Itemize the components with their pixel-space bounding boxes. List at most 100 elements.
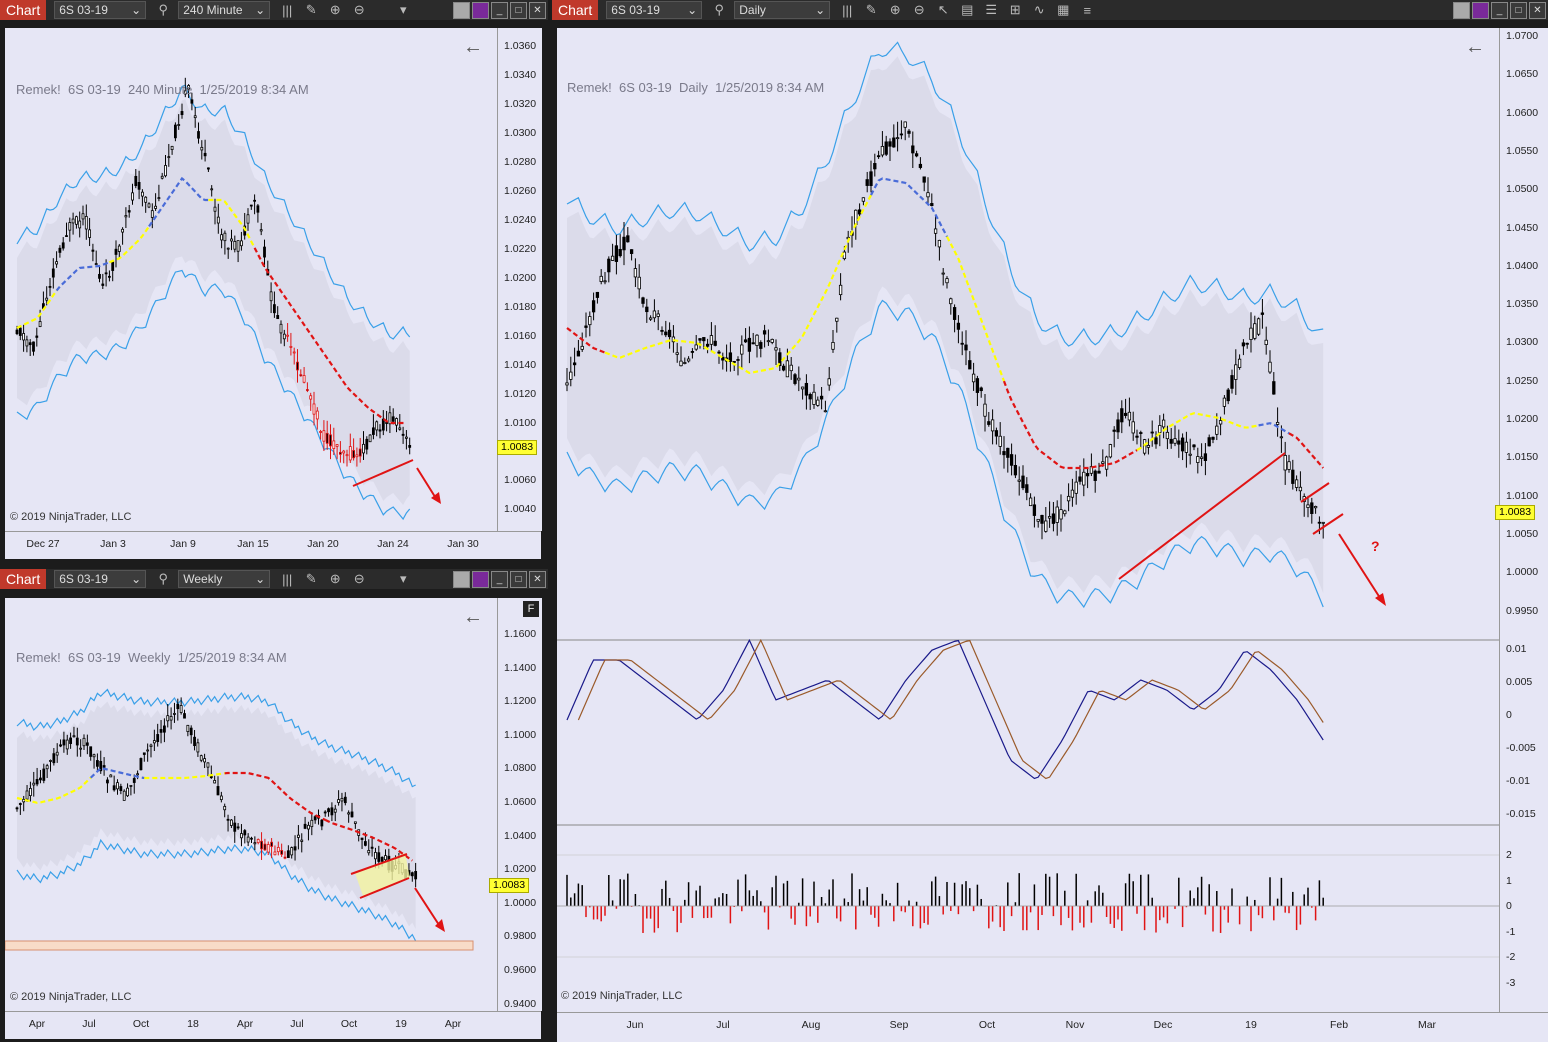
bars-icon[interactable]: ||| — [280, 572, 294, 587]
maximize-icon[interactable]: □ — [510, 570, 527, 588]
back-arrow-icon[interactable]: ← — [1465, 36, 1485, 59]
chevron-down-icon: ⌄ — [131, 3, 142, 17]
color-swatch-icon[interactable] — [1453, 1, 1470, 19]
dropdown-icon[interactable]: ▾ — [396, 571, 410, 587]
close-icon[interactable]: ✕ — [1529, 1, 1546, 19]
candle-body — [296, 834, 300, 838]
candle-body — [1040, 514, 1044, 524]
search-icon[interactable]: ⚲ — [712, 2, 726, 18]
candle-body — [167, 156, 171, 159]
price-axis-weekly[interactable]: 1.1600 1.1400 1.1200 1.1000 1.0800 1.0600 1.04… — [497, 598, 542, 1011]
candle-body — [49, 760, 52, 762]
zoom-out-icon[interactable]: ⊖ — [352, 2, 366, 18]
zoom-out-icon[interactable]: ⊖ — [352, 571, 366, 587]
price-chart-daily[interactable] — [557, 28, 1499, 1012]
zoom-out-icon[interactable]: ⊖ — [912, 2, 926, 18]
price-tick: 1.1000 — [504, 728, 537, 741]
candle-body — [68, 222, 72, 231]
color-swatch-icon[interactable] — [453, 1, 470, 19]
price-axis-daily[interactable]: 1.0700 1.0650 1.0600 1.0550 1.0500 1.0450 1.04… — [1499, 28, 1548, 1012]
link-color-icon[interactable] — [472, 570, 489, 588]
strategies-icon[interactable]: ⊞ — [1008, 2, 1022, 18]
search-icon[interactable]: ⚲ — [156, 571, 170, 587]
chevron-down-icon: ⌄ — [255, 572, 266, 586]
bars-icon[interactable]: ||| — [840, 3, 854, 18]
candle-body — [132, 778, 136, 783]
candle-body — [348, 446, 352, 461]
pencil-icon[interactable]: ✎ — [304, 571, 318, 587]
zoom-in-icon[interactable]: ⊕ — [328, 571, 342, 587]
close-icon[interactable]: ✕ — [529, 570, 546, 588]
candle-body — [330, 807, 334, 816]
indicators-icon[interactable]: ∿ — [1032, 2, 1046, 18]
price-tick: 1.0500 — [1506, 183, 1539, 196]
link-color-icon[interactable] — [1472, 1, 1489, 19]
minimize-icon[interactable]: _ — [491, 1, 508, 19]
f-button[interactable]: F — [523, 601, 539, 617]
color-swatch-icon[interactable] — [453, 570, 470, 588]
candle-body — [230, 238, 233, 242]
back-arrow-icon[interactable]: ← — [463, 36, 483, 59]
chart-menu-button[interactable]: Chart — [0, 569, 47, 589]
back-arrow-icon[interactable]: ← — [463, 606, 483, 629]
close-icon[interactable]: ✕ — [529, 1, 546, 19]
time-axis-240[interactable]: Dec 27 Jan 3 Jan 9 Jan 15 Jan 20 Jan 24 Jan 30 — [5, 531, 541, 559]
candle-body — [1002, 451, 1006, 456]
instrument-selector[interactable]: 6S 03-19 ⌄ — [54, 570, 147, 588]
zoom-in-icon[interactable]: ⊕ — [328, 2, 342, 18]
pointer-icon[interactable]: ↖ — [936, 2, 950, 18]
list-icon[interactable]: ≡ — [1080, 3, 1094, 18]
time-axis-weekly[interactable]: Apr Jul Oct 18 Apr Jul Oct 19 Apr — [5, 1011, 541, 1039]
candle-body — [679, 360, 683, 367]
candle-body — [320, 819, 324, 827]
period-selector[interactable]: Daily ⌄ — [734, 1, 831, 19]
candle-body — [104, 272, 108, 275]
candle-body — [253, 842, 257, 845]
data-box-icon[interactable]: ▤ — [960, 2, 974, 18]
chart-panel-240[interactable]: Remek! 6S 03-19 240 Minute 1/25/2019 8:3… — [5, 28, 497, 531]
projection-arrow-line — [416, 467, 438, 501]
templates-icon[interactable]: ▦ — [1056, 2, 1070, 18]
price-chart-240[interactable] — [5, 28, 497, 531]
candle-body — [770, 338, 774, 343]
price-axis-240[interactable]: 1.0360 1.0340 1.0320 1.0300 1.0280 1.0260 1.02… — [497, 28, 542, 531]
toolbar-240: Chart 6S 03-19 ⌄ ⚲ 240 Minute ⌄ ||| ✎ ⊕ ⊖ … — [0, 0, 548, 20]
zoom-in-icon[interactable]: ⊕ — [888, 2, 902, 18]
instrument-value: 6S 03-19 — [59, 3, 108, 17]
candle-body — [1306, 504, 1310, 508]
chart-panel-weekly[interactable]: Remek! 6S 03-19 Weekly 1/25/2019 8:34 AM… — [5, 598, 497, 1011]
time-tick: Dec — [1153, 1019, 1173, 1031]
candle-body — [1150, 431, 1154, 434]
candle-body — [236, 240, 240, 252]
link-color-icon[interactable] — [472, 1, 489, 19]
candle-body — [960, 342, 964, 345]
bars-icon[interactable]: ||| — [280, 3, 294, 18]
candle-body — [911, 145, 915, 154]
candle-body — [637, 276, 641, 290]
candle-body — [276, 846, 280, 853]
maximize-icon[interactable]: □ — [510, 1, 527, 19]
dropdown-icon[interactable]: ▾ — [396, 2, 410, 18]
candle-body — [347, 812, 351, 815]
instrument-selector[interactable]: 6S 03-19 ⌄ — [54, 1, 147, 19]
search-icon[interactable]: ⚲ — [156, 2, 170, 18]
candle-body — [1234, 364, 1238, 380]
chart-menu-button[interactable]: Chart — [0, 0, 47, 20]
candle-body — [260, 840, 263, 850]
pencil-icon[interactable]: ✎ — [864, 2, 878, 18]
minimize-icon[interactable]: _ — [1491, 1, 1508, 19]
price-tick: 1.0200 — [504, 863, 537, 876]
period-selector[interactable]: 240 Minute ⌄ — [178, 1, 271, 19]
minimize-icon[interactable]: _ — [491, 570, 508, 588]
maximize-icon[interactable]: □ — [1510, 1, 1527, 19]
chart-panel-daily[interactable]: Remek! 6S 03-19 Daily 1/25/2019 8:34 AM … — [557, 28, 1499, 1012]
candle-body — [28, 342, 32, 346]
candle-body — [35, 779, 39, 785]
properties-icon[interactable]: ☰ — [984, 2, 998, 18]
time-axis-daily[interactable]: Jun Jul Aug Sep Oct Nov Dec 19 Feb Mar — [557, 1012, 1548, 1042]
instrument-selector[interactable]: 6S 03-19 ⌄ — [606, 1, 703, 19]
candle-body — [75, 216, 78, 225]
period-selector[interactable]: Weekly ⌄ — [178, 570, 271, 588]
pencil-icon[interactable]: ✎ — [304, 2, 318, 18]
chart-menu-button[interactable]: Chart — [552, 0, 599, 20]
